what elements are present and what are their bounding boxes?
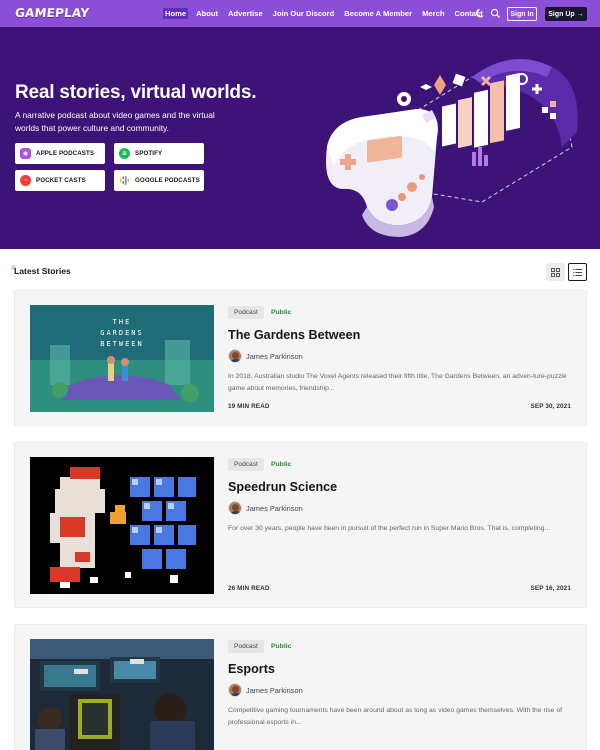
post-title[interactable]: Esports xyxy=(228,662,275,676)
nav-link-merch[interactable]: Merch xyxy=(420,8,446,19)
grid-icon xyxy=(551,267,560,277)
author-name: James Parkinson xyxy=(246,351,303,361)
hero-title: Real stories, virtual worlds. xyxy=(15,82,257,103)
post-author[interactable]: James Parkinson xyxy=(228,683,303,697)
apple-podcasts-button[interactable]: ◉ APPLE PODCASTS xyxy=(15,143,105,164)
gardens-between-image-text: THE GARDENS BETWEEN xyxy=(100,318,144,348)
post-image-gardens-between[interactable]: THE GARDENS BETWEEN xyxy=(30,305,214,412)
game-controller-illustration xyxy=(326,59,578,237)
mario-pixel-artwork xyxy=(30,457,214,594)
arrow-right-icon: → xyxy=(576,10,584,18)
post-date: SEP 16, 2021 xyxy=(530,585,571,592)
post-card-speedrun-science[interactable]: Podcast Public Speedrun Science James Pa… xyxy=(14,442,587,608)
post-author[interactable]: James Parkinson xyxy=(228,349,303,363)
latest-stories-heading: Latest Stories xyxy=(14,266,71,276)
post-date: SEP 30, 2021 xyxy=(530,403,571,410)
dark-mode-moon-icon[interactable] xyxy=(475,8,486,19)
google-podcasts-icon xyxy=(119,175,130,186)
nav-link-home[interactable]: Home xyxy=(163,8,189,19)
list-view-button[interactable] xyxy=(568,263,587,281)
post-author[interactable]: James Parkinson xyxy=(228,501,303,515)
post-title[interactable]: Speedrun Science xyxy=(228,480,337,494)
post-read-time: 26 MIN READ xyxy=(228,585,270,592)
post-excerpt: In 2018, Australian studio The Voxel Age… xyxy=(228,373,567,392)
pocket-casts-button[interactable]: ◔ POCKET CASTS xyxy=(15,170,105,191)
hero-subtitle: A narrative podcast about video games an… xyxy=(15,110,215,133)
tag-podcast[interactable]: Podcast xyxy=(228,640,264,653)
post-image-esports[interactable] xyxy=(30,639,214,750)
hero-banner: Real stories, virtual worlds. A narrativ… xyxy=(0,27,600,249)
spotify-label: SPOTIFY xyxy=(135,150,163,157)
author-name: James Parkinson xyxy=(246,685,303,695)
sign-up-button[interactable]: Sign Up → xyxy=(545,7,587,21)
apple-podcasts-icon: ◉ xyxy=(20,148,31,159)
nav-link-advertise[interactable]: Advertise xyxy=(226,8,265,19)
visibility-public: Public xyxy=(271,643,292,650)
post-read-time: 19 MIN READ xyxy=(228,403,270,410)
esports-artwork xyxy=(30,639,214,750)
tag-podcast[interactable]: Podcast xyxy=(228,306,264,319)
list-icon xyxy=(573,268,582,276)
post-title[interactable]: The Gardens Between xyxy=(228,328,360,342)
author-name: James Parkinson xyxy=(246,503,303,513)
author-avatar xyxy=(228,501,242,515)
sign-in-label: Sign In xyxy=(510,10,534,18)
author-avatar xyxy=(228,683,242,697)
nav-link-discord[interactable]: Join Our Discord xyxy=(271,8,337,19)
post-card-esports[interactable]: Podcast Public Esports James Parkinson C… xyxy=(14,624,587,750)
post-card-gardens-between[interactable]: THE GARDENS BETWEEN Podcast Public The Gar… xyxy=(14,290,587,426)
google-podcasts-button[interactable]: GOOGLE PODCASTS xyxy=(114,170,204,191)
site-logo[interactable]: GAMEPLAY xyxy=(14,6,90,20)
search-icon[interactable] xyxy=(490,8,501,19)
google-podcasts-label: GOOGLE PODCASTS xyxy=(135,177,200,184)
nav-link-about[interactable]: About xyxy=(194,8,220,19)
grid-view-button[interactable] xyxy=(546,263,565,281)
pocket-casts-label: POCKET CASTS xyxy=(36,177,86,184)
visibility-public: Public xyxy=(271,309,292,316)
nav-links: Home About Advertise Join Our Discord Be… xyxy=(163,8,491,19)
sign-up-label: Sign Up xyxy=(548,10,575,18)
visibility-public: Public xyxy=(271,461,292,468)
spotify-button[interactable]: ≋ SPOTIFY xyxy=(114,143,204,164)
tag-podcast[interactable]: Podcast xyxy=(228,458,264,471)
apple-podcasts-label: APPLE PODCASTS xyxy=(36,150,95,157)
pocket-casts-icon: ◔ xyxy=(20,175,31,186)
author-avatar xyxy=(228,349,242,363)
post-image-speedrun-science[interactable] xyxy=(30,457,214,594)
spotify-icon: ≋ xyxy=(119,148,130,159)
nav-link-member[interactable]: Become A Member xyxy=(342,8,414,19)
sign-in-button[interactable]: Sign In xyxy=(507,7,537,21)
post-excerpt: Competitive gaming tournaments have been… xyxy=(228,707,562,726)
post-excerpt: For over 30 years, people have been in p… xyxy=(228,525,551,532)
top-navigation: GAMEPLAY Home About Advertise Join Our D… xyxy=(0,0,600,27)
